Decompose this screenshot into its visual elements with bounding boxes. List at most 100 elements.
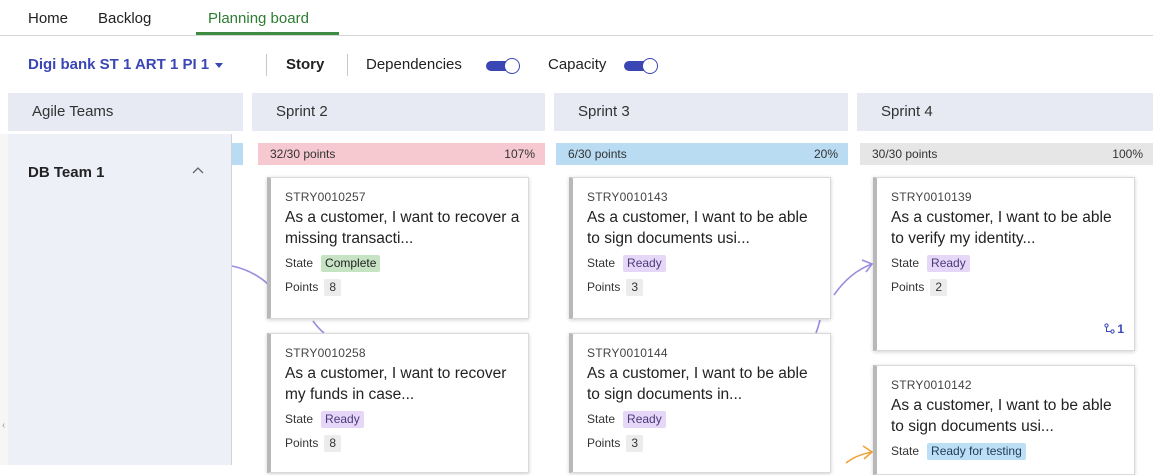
story-id: STRY0010143 [587, 190, 668, 204]
pi-selector[interactable]: Digi bank ST 1 ART 1 PI 1 [28, 56, 224, 73]
sprint-capacity-bar: 30/30 points 100% [860, 143, 1153, 165]
state-badge: Ready [623, 411, 666, 428]
sprint-header: Sprint 3 [554, 93, 848, 131]
story-id: STRY0010257 [285, 190, 366, 204]
board-toolbar: Digi bank ST 1 ART 1 PI 1 Story Dependen… [0, 36, 1153, 92]
story-title: As a customer, I want to be able to sign… [587, 209, 808, 247]
dependency-link [312, 320, 325, 334]
state-badge: Ready [623, 255, 666, 272]
story-points-row: Points 2 [891, 277, 1134, 297]
story-card[interactable]: STRY0010142 As a customer, I want to be … [873, 365, 1135, 475]
story-state-row: State Ready [891, 253, 1134, 273]
capacity-toggle[interactable] [624, 58, 658, 74]
story-card[interactable]: STRY0010143 As a customer, I want to be … [569, 177, 831, 319]
points-badge: 8 [324, 435, 342, 452]
toolbar-divider [266, 54, 267, 76]
story-card[interactable]: STRY0010139 As a customer, I want to be … [873, 177, 1135, 351]
capacity-label: Capacity [548, 56, 607, 73]
story-points-row: Points 8 [285, 433, 528, 453]
tab-home[interactable]: Home [28, 10, 68, 27]
dependency-count[interactable]: 1 [1104, 322, 1124, 336]
state-label: State [891, 256, 920, 270]
story-points-row: Points 3 [587, 433, 830, 453]
capacity-points: 32/30 points [270, 147, 336, 161]
state-badge: Complete [321, 255, 381, 272]
sprint-capacity-bar: 32/30 points 107% [258, 143, 545, 165]
story-points-row: Points 8 [285, 277, 528, 297]
story-title: As a customer, I want to recover a missi… [285, 209, 520, 247]
capacity-percent: 20% [813, 147, 838, 161]
story-title: As a customer, I want to be able to sign… [891, 397, 1112, 435]
dependency-link [231, 265, 269, 285]
collapse-handle-icon[interactable]: ‹ [2, 420, 5, 431]
dependency-link [815, 319, 821, 334]
story-id: STRY0010258 [285, 346, 366, 360]
state-badge: Ready [321, 411, 364, 428]
story-card[interactable]: STRY0010144 As a customer, I want to be … [569, 333, 831, 473]
story-card[interactable]: STRY0010257 As a customer, I want to rec… [267, 177, 529, 319]
state-label: State [285, 256, 314, 270]
points-label: Points [285, 280, 319, 294]
arrow-head-icon [861, 259, 874, 273]
dependencies-label: Dependencies [366, 56, 462, 73]
arrow-head-icon [862, 445, 874, 460]
story-title: As a customer, I want to be able to sign… [587, 365, 808, 403]
state-label: State [587, 412, 616, 426]
points-badge: 8 [324, 279, 342, 296]
caret-down-icon [215, 62, 224, 68]
points-badge: 2 [930, 279, 948, 296]
toggle-knob [504, 58, 520, 74]
sprint-capacity-bar: 6/30 points 20% [556, 143, 848, 165]
sprint-header: Sprint 4 [857, 93, 1153, 131]
story-title: As a customer, I want to be able to veri… [891, 209, 1112, 247]
state-label: State [587, 256, 616, 270]
pi-selector-label: Digi bank ST 1 ART 1 PI 1 [28, 56, 210, 73]
story-id: STRY0010139 [891, 190, 972, 204]
state-label: State [891, 444, 920, 458]
story-card[interactable]: STRY0010258 As a customer, I want to rec… [267, 333, 529, 473]
sprint-name: Sprint 2 [276, 103, 328, 120]
capacity-points: 6/30 points [568, 147, 627, 161]
state-label: State [285, 412, 314, 426]
agile-teams-header-label: Agile Teams [32, 103, 114, 120]
agile-teams-header: Agile Teams [8, 93, 243, 131]
active-tab-indicator [196, 32, 339, 35]
points-label: Points [891, 280, 925, 294]
top-navigation: Home Backlog Planning board [0, 0, 1153, 36]
teams-panel: DB Team 1 [8, 134, 232, 465]
left-panel-edge [0, 134, 8, 465]
dependency-count-value: 1 [1117, 322, 1124, 336]
dependency-link [845, 451, 873, 464]
dependency-link [833, 263, 873, 296]
capacity-bar-fragment [232, 143, 243, 165]
chevron-up-icon[interactable] [192, 165, 204, 177]
story-title: As a customer, I want to recover my fund… [285, 365, 507, 403]
tab-backlog[interactable]: Backlog [98, 10, 151, 27]
points-label: Points [587, 436, 621, 450]
dependencies-toggle[interactable] [486, 58, 520, 74]
points-badge: 3 [626, 435, 644, 452]
story-state-row: State Complete [285, 253, 528, 273]
state-badge: Ready for testing [927, 443, 1026, 460]
story-id: STRY0010142 [891, 378, 972, 392]
story-state-row: State Ready [587, 409, 830, 429]
toolbar-divider [347, 54, 348, 76]
sprint-name: Sprint 3 [578, 103, 630, 120]
story-state-row: State Ready for testing [891, 441, 1134, 461]
state-badge: Ready [927, 255, 970, 272]
capacity-percent: 107% [504, 147, 535, 161]
story-points-row: Points 3 [587, 277, 830, 297]
points-label: Points [285, 436, 319, 450]
tab-planning-board[interactable]: Planning board [208, 10, 309, 27]
sprint-name: Sprint 4 [881, 103, 933, 120]
sprint-header: Sprint 2 [252, 93, 545, 131]
team-name: DB Team 1 [28, 164, 105, 181]
story-view-button[interactable]: Story [286, 56, 324, 73]
story-state-row: State Ready [285, 409, 528, 429]
toggle-knob [642, 58, 658, 74]
capacity-percent: 100% [1112, 147, 1143, 161]
dependency-icon [1104, 323, 1115, 334]
points-badge: 3 [626, 279, 644, 296]
story-id: STRY0010144 [587, 346, 668, 360]
story-state-row: State Ready [587, 253, 830, 273]
